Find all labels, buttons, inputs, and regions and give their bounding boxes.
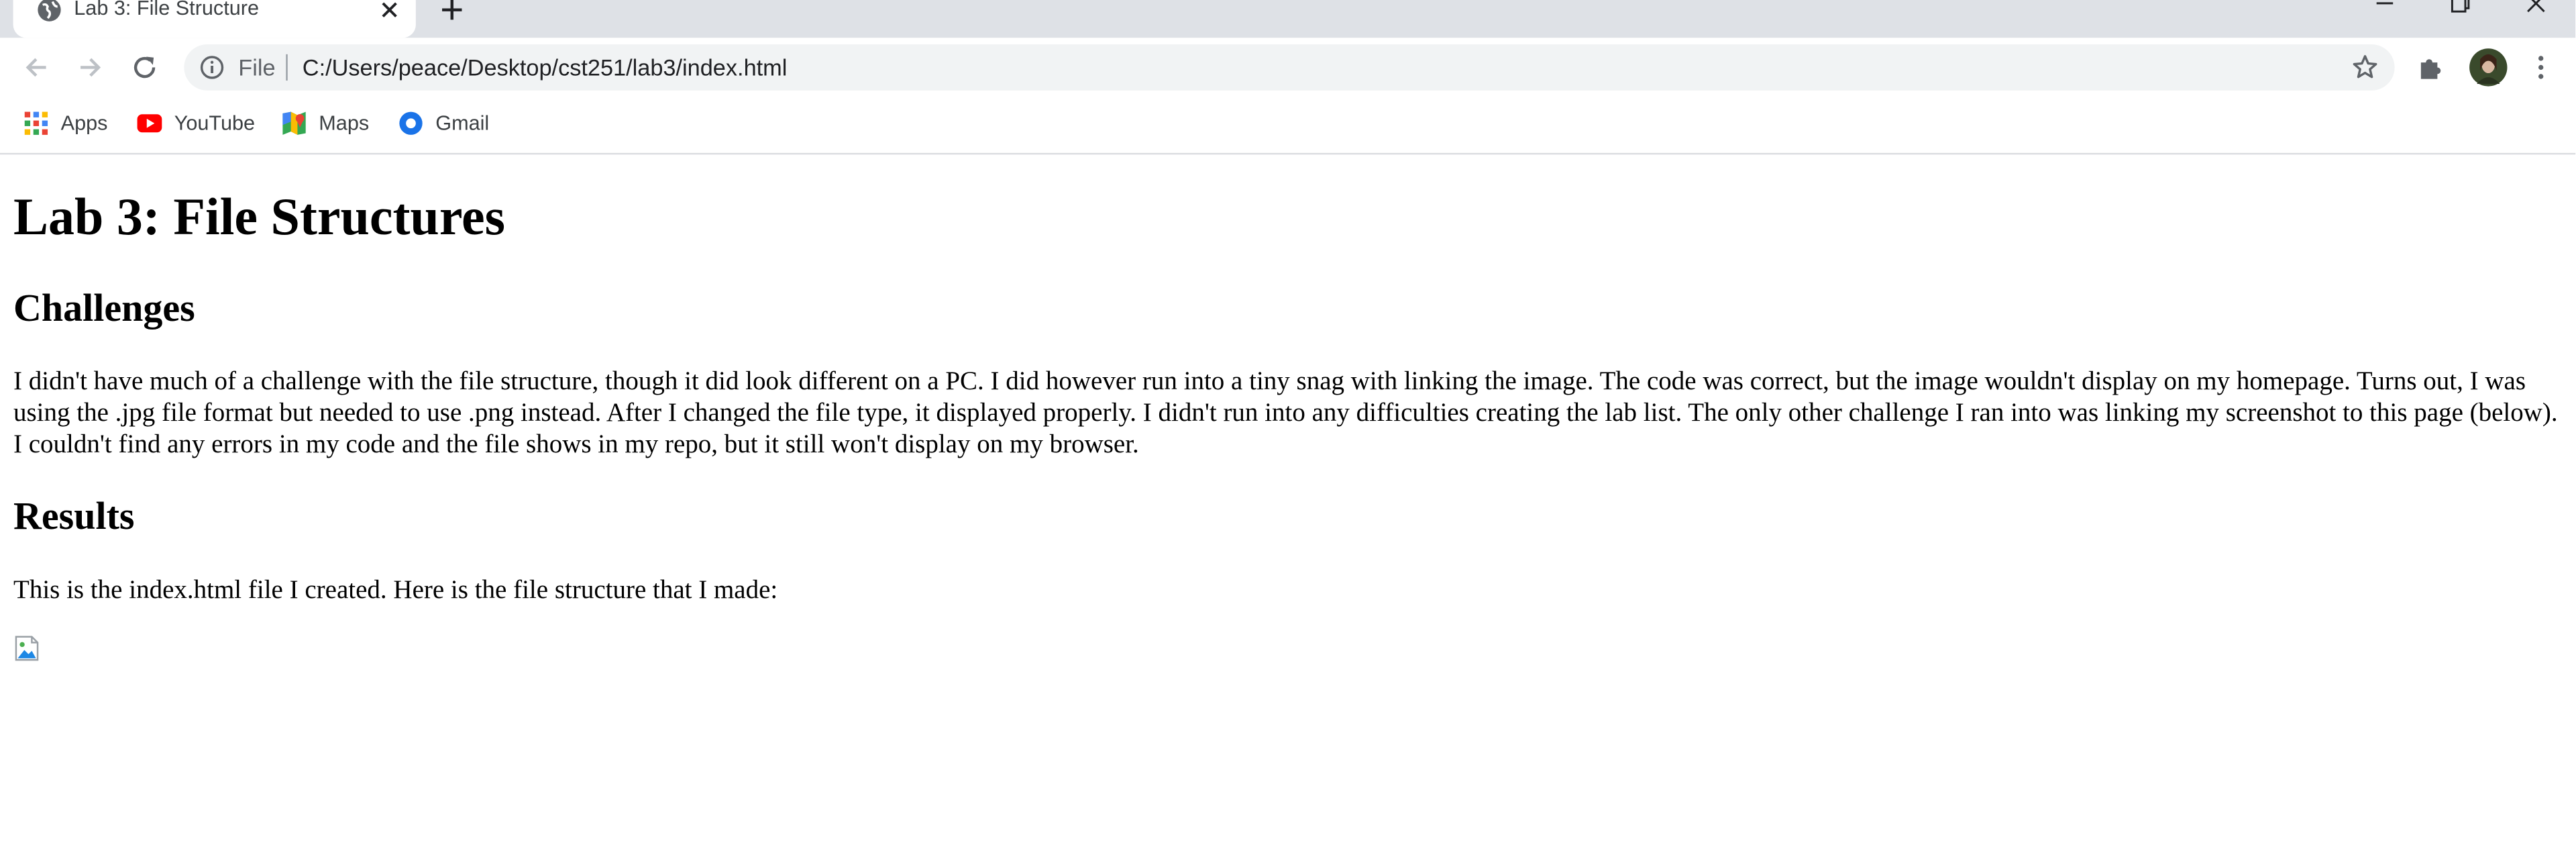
profile-avatar[interactable] <box>2469 48 2508 87</box>
url-text[interactable]: C:/Users/peace/Desktop/cst251/lab3/index… <box>303 54 788 81</box>
results-heading: Results <box>13 494 135 538</box>
minimize-button[interactable] <box>2371 0 2398 17</box>
new-tab-button[interactable] <box>437 0 467 25</box>
bookmark-star-icon[interactable] <box>2351 52 2380 82</box>
omnibox-divider <box>286 54 288 81</box>
info-icon[interactable] <box>199 54 225 81</box>
menu-kebab-icon[interactable] <box>2526 52 2556 82</box>
scheme-label: File <box>238 54 276 81</box>
bookmarks-bar: Apps YouTube Maps Gmail <box>0 99 2576 155</box>
bookmark-youtube[interactable]: YouTube <box>136 107 255 140</box>
results-paragraph: This is the index.html file I created. H… <box>13 575 778 604</box>
gmail-icon <box>399 111 423 135</box>
apps-grid-icon <box>24 111 48 135</box>
broken-image-icon[interactable] <box>13 634 40 662</box>
toolbar: File C:/Users/peace/Desktop/cst251/lab3/… <box>0 38 2576 99</box>
challenges-heading: Challenges <box>13 286 195 330</box>
tab-title: Lab 3: File Structure <box>74 0 260 20</box>
bookmark-apps[interactable]: Apps <box>23 107 107 140</box>
page-content: Lab 3: File Structures Challenges I didn… <box>0 154 2576 849</box>
bookmark-label: YouTube <box>174 111 256 135</box>
back-button[interactable] <box>21 52 51 82</box>
youtube-icon <box>137 114 162 133</box>
browser-chrome: Lab 3: File Structure File C:/Users/peac… <box>0 0 2576 155</box>
tab-strip: Lab 3: File Structure <box>0 0 2576 38</box>
globe-icon <box>38 0 61 21</box>
bookmark-label: Maps <box>319 111 370 135</box>
bookmark-maps[interactable]: Maps <box>281 107 369 140</box>
close-window-button[interactable] <box>2523 0 2549 17</box>
restore-button[interactable] <box>2447 0 2473 17</box>
forward-button[interactable] <box>76 52 105 82</box>
address-bar[interactable]: File C:/Users/peace/Desktop/cst251/lab3/… <box>184 44 2395 91</box>
challenges-paragraph: I didn't have much of a challenge with t… <box>13 366 2558 458</box>
reload-button[interactable] <box>130 52 160 82</box>
bookmark-gmail[interactable]: Gmail <box>398 107 489 140</box>
close-tab-icon[interactable] <box>378 0 401 21</box>
page-title: Lab 3: File Structures <box>13 187 506 246</box>
maps-icon <box>282 111 306 135</box>
tab-active[interactable]: Lab 3: File Structure <box>13 0 416 38</box>
bookmark-label: Gmail <box>435 111 490 135</box>
extensions-puzzle-icon[interactable] <box>2416 52 2446 82</box>
bookmark-label: Apps <box>60 111 108 135</box>
